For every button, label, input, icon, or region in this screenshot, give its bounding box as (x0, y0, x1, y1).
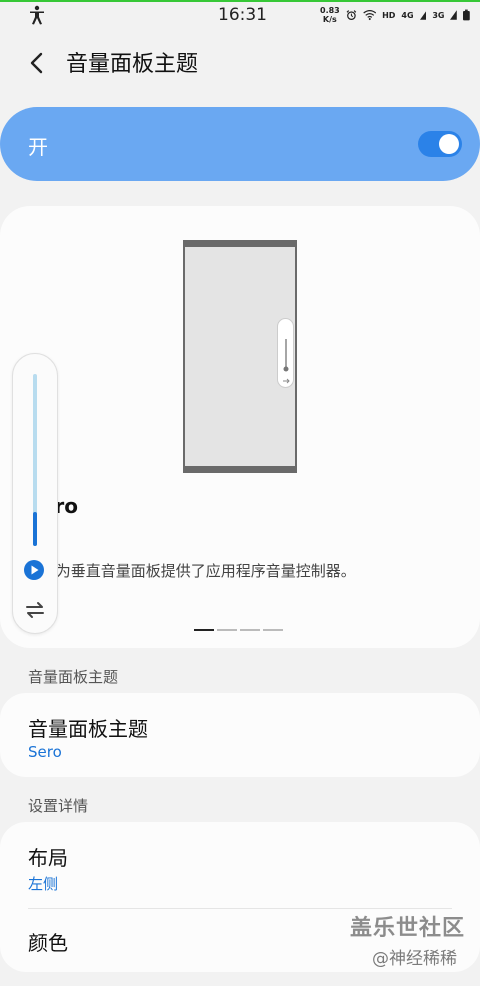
app-bar: 音量面板主题 (0, 30, 480, 94)
layout-setting-title: 布局 (28, 846, 68, 870)
phone-bottom-bar (183, 466, 297, 473)
alarm-icon (346, 10, 356, 21)
status-time: 16:31 (218, 5, 267, 25)
mini-volume-panel (277, 318, 294, 388)
page-indicator-dot-1 (194, 629, 214, 631)
accessibility-icon (30, 5, 44, 25)
volume-slider-track (33, 374, 37, 546)
layout-setting-item[interactable]: 布局 左侧 (0, 822, 480, 908)
page-indicator-dot-4 (263, 629, 283, 631)
volume-slider-fill (33, 511, 37, 546)
back-arrow-icon[interactable] (22, 48, 52, 78)
theme-setting-item[interactable]: 音量面板主题 Sero (0, 693, 480, 777)
layout-setting-value: 左侧 (28, 875, 59, 893)
master-toggle-row[interactable]: 开 (0, 107, 480, 181)
details-section-label: 设置详情 (28, 797, 89, 815)
page-indicator (194, 629, 283, 631)
status-bar: 16:31 0.83 K/s HD 4G 3G (0, 2, 480, 28)
battery-icon (463, 9, 470, 21)
net-speed-unit: K/s (322, 15, 337, 24)
theme-setting-title: 音量面板主题 (28, 717, 148, 741)
theme-setting-value: Sero (28, 743, 62, 761)
watermark-community: 盖乐世社区 (350, 916, 466, 941)
net-speed-value: 0.83 (320, 6, 340, 15)
play-icon (24, 560, 44, 580)
phone-top-bar (183, 240, 297, 247)
mini-volume-slider-icon (283, 339, 290, 384)
switch-knob (439, 134, 459, 154)
signal-icon-2 (450, 10, 458, 20)
hd-label: HD (382, 10, 396, 20)
volume-panel-preview (12, 353, 58, 634)
master-toggle-switch[interactable] (418, 131, 462, 157)
preview-description-text: Sero为垂直音量面板提供了应用程序音量控制器。 (58, 562, 356, 580)
page-indicator-dot-2 (217, 629, 237, 631)
preview-description: Sero为垂直音量面板提供了应用程序音量控制器。 (58, 560, 398, 581)
preview-heading: Sero (58, 494, 78, 518)
status-icons: 0.83 K/s HD 4G 3G (320, 4, 470, 26)
page-indicator-dot-3 (240, 629, 260, 631)
swap-arrows-icon (26, 602, 44, 618)
net-speed: 0.83 K/s (320, 6, 340, 24)
theme-section-label: 音量面板主题 (28, 668, 119, 686)
network-4g-label: 4G (401, 10, 414, 20)
network-3g-label: 3G (432, 10, 445, 20)
color-setting-title: 颜色 (28, 931, 68, 955)
wifi-icon (362, 10, 376, 21)
master-toggle-label: 开 (28, 135, 48, 159)
signal-icon (419, 10, 427, 20)
page-title: 音量面板主题 (66, 52, 199, 77)
watermark-author: @神经稀稀 (372, 949, 457, 969)
